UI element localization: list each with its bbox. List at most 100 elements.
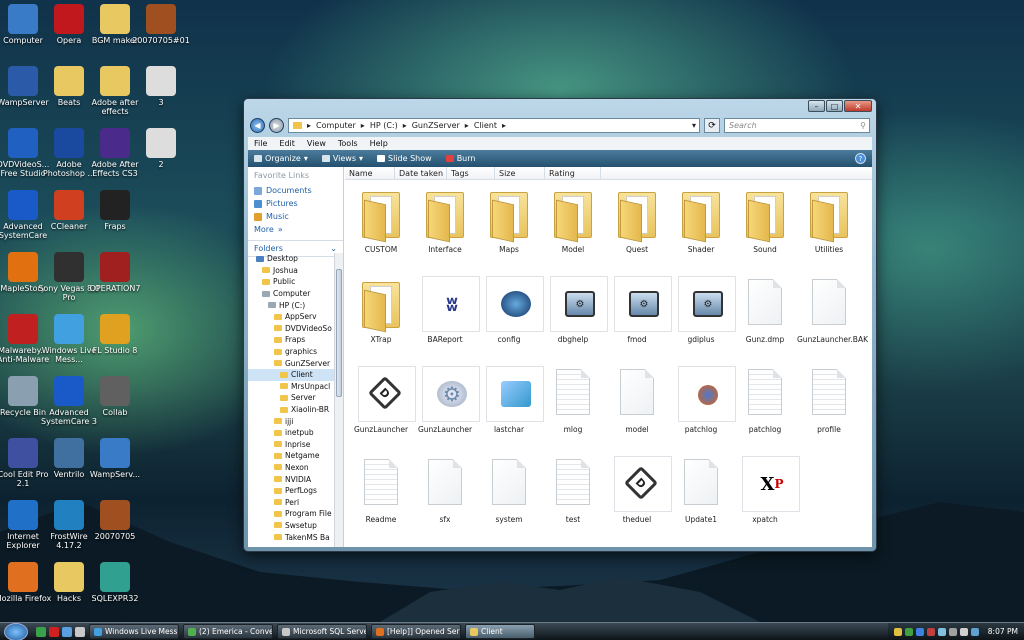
desktop-icon[interactable]: OPERATION7	[84, 252, 146, 293]
tree-item[interactable]: PerfLogs	[248, 485, 334, 497]
favorite-link-documents[interactable]: Documents	[248, 184, 343, 197]
file-item[interactable]: D GunzLauncher	[349, 366, 416, 434]
file-item[interactable]: ⚙ GunzLauncher	[413, 366, 480, 434]
tree-item[interactable]: Inprise	[248, 439, 334, 451]
tree-scrollbar[interactable]	[334, 253, 343, 547]
column-header-date-taken[interactable]: Date taken	[395, 167, 447, 179]
file-item[interactable]: test	[541, 456, 605, 524]
menu-item-tools[interactable]: Tools	[338, 139, 358, 148]
column-header-name[interactable]: Name	[345, 167, 395, 179]
tree-item[interactable]: MrsUnpacl	[248, 381, 334, 393]
tree-item[interactable]: Perl	[248, 496, 334, 508]
file-item[interactable]: ʬ BAReport	[413, 276, 480, 344]
tree-item[interactable]: Fraps	[248, 334, 334, 346]
desktop-icon[interactable]: WampServ...	[84, 438, 146, 479]
file-item[interactable]: ⚙ dbghelp	[541, 276, 608, 344]
file-item[interactable]: CUSTOM	[349, 186, 413, 254]
menu-item-edit[interactable]: Edit	[279, 139, 295, 148]
tree-item[interactable]: Nexon	[248, 462, 334, 474]
tree-item[interactable]: Public	[248, 276, 334, 288]
file-item[interactable]: Update1	[669, 456, 733, 524]
tree-item[interactable]: inetpub	[248, 427, 334, 439]
help-icon[interactable]: ?	[855, 153, 866, 164]
file-item[interactable]: config	[477, 276, 544, 344]
file-item[interactable]: Shader	[669, 186, 733, 254]
tray-icon[interactable]	[904, 627, 913, 636]
command-organize[interactable]: Organize ▾	[254, 154, 308, 163]
start-button[interactable]	[4, 622, 28, 640]
tree-item[interactable]: TakenMS Ba	[248, 531, 334, 543]
breadcrumb-arrow-icon[interactable]: ▸	[361, 121, 365, 130]
network-icon[interactable]	[970, 627, 979, 636]
favorite-link-music[interactable]: Music	[248, 210, 343, 223]
tray-icon[interactable]	[915, 627, 924, 636]
file-item[interactable]: X P xpatch	[733, 456, 800, 524]
tree-item[interactable]: ijji	[248, 415, 334, 427]
tree-item[interactable]: HP (C:)	[248, 299, 334, 311]
desktop-icon[interactable]: 20070705	[84, 500, 146, 541]
file-item[interactable]: profile	[797, 366, 861, 434]
taskbar-button[interactable]: (2) Emerica - Conve...	[183, 624, 273, 639]
search-input[interactable]: Search ⚲	[724, 118, 870, 133]
tree-item[interactable]: Swsetup	[248, 520, 334, 532]
column-header-size[interactable]: Size	[495, 167, 545, 179]
tree-item[interactable]: Netgame	[248, 450, 334, 462]
file-item[interactable]: Utilities	[797, 186, 861, 254]
tree-item[interactable]: Client	[248, 368, 334, 381]
file-item[interactable]: ⚙ gdiplus	[669, 276, 736, 344]
tree-item[interactable]: GunZServer	[248, 357, 334, 369]
taskbar-button[interactable]: Microsoft SQL Serve...	[277, 624, 367, 639]
tree-item[interactable]: Xiaolin-BR	[248, 404, 334, 416]
minimize-button[interactable]: –	[808, 100, 825, 112]
close-button[interactable]: ✕	[844, 100, 872, 112]
file-item[interactable]: sfx	[413, 456, 477, 524]
tree-item[interactable]: Computer	[248, 288, 334, 300]
tray-icon[interactable]	[937, 627, 946, 636]
file-item[interactable]: Interface	[413, 186, 477, 254]
address-field[interactable]: ▸ Computer ▸ HP (C:) ▸ GunZServer ▸ Client ▸ ▾	[288, 118, 700, 133]
tree-item[interactable]: Program File	[248, 508, 334, 520]
breadcrumb-item[interactable]: HP (C:)	[370, 121, 398, 130]
taskbar-button[interactable]: Client	[465, 624, 535, 639]
show-desktop-icon[interactable]	[36, 626, 46, 637]
menu-item-file[interactable]: File	[254, 139, 267, 148]
file-item[interactable]: Dtheduel	[605, 456, 672, 524]
breadcrumb-item[interactable]: GunZServer	[412, 121, 460, 130]
taskbar-button[interactable]: [Help]] Opened Serv...	[371, 624, 461, 639]
desktop-icon[interactable]: 3	[130, 66, 192, 107]
breadcrumb-item[interactable]: Computer	[316, 121, 356, 130]
command-burn[interactable]: Burn	[445, 154, 475, 163]
tree-item[interactable]: DVDVideoSo	[248, 323, 334, 335]
file-item[interactable]: Model	[541, 186, 605, 254]
tray-icon[interactable]	[948, 627, 957, 636]
file-item[interactable]: Readme	[349, 456, 413, 524]
tray-icon[interactable]	[893, 627, 902, 636]
menu-item-view[interactable]: View	[307, 139, 326, 148]
tree-item[interactable]: graphics	[248, 346, 334, 358]
opera-icon[interactable]	[49, 626, 59, 637]
explorer-window[interactable]: – □ ✕ ◀ ▶ ▸ Computer ▸ HP (C:) ▸ GunZServer ▸…	[243, 98, 877, 552]
tree-item[interactable]: Server	[248, 392, 334, 404]
desktop-icon[interactable]: Fraps	[84, 190, 146, 231]
breadcrumb-arrow-icon[interactable]: ▸	[502, 121, 506, 130]
file-item[interactable]: model	[605, 366, 669, 434]
file-item[interactable]: Quest	[605, 186, 669, 254]
desktop-icon[interactable]: SQLEXPR32	[84, 562, 146, 603]
tray-icon[interactable]	[926, 627, 935, 636]
file-item[interactable]: GunzLauncher.BAK	[797, 276, 868, 344]
desktop-icon[interactable]: Collab	[84, 376, 146, 417]
file-item[interactable]: patchlog	[733, 366, 797, 434]
file-item[interactable]: ⚙ fmod	[605, 276, 672, 344]
tree-item[interactable]: Desktop	[248, 253, 334, 265]
file-item[interactable]: Sound	[733, 186, 797, 254]
maximize-button[interactable]: □	[826, 100, 843, 112]
taskbar-button[interactable]: Windows Live Mess...	[89, 624, 179, 639]
file-item[interactable]: XTrap	[349, 276, 413, 344]
sql-icon[interactable]	[75, 626, 85, 637]
more-link[interactable]: More »	[248, 223, 343, 236]
file-item[interactable]: lastchar	[477, 366, 544, 434]
tree-item[interactable]: AppServ	[248, 311, 334, 323]
scrollbar-thumb[interactable]	[336, 269, 342, 397]
desktop-icon[interactable]: 2	[130, 128, 192, 169]
file-item[interactable]: Maps	[477, 186, 541, 254]
